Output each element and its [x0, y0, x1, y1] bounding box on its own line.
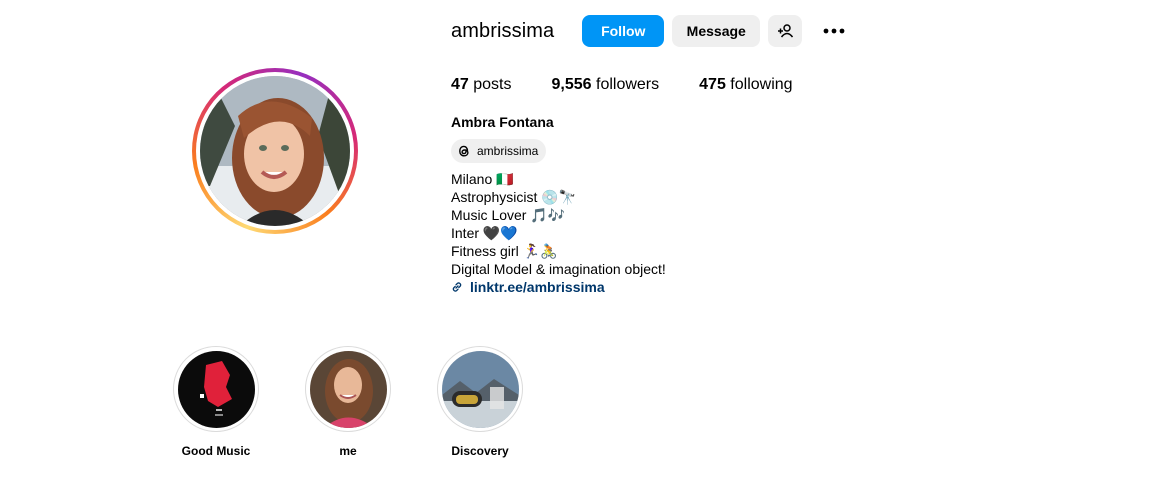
- following-count: 475: [699, 76, 726, 93]
- more-options-button[interactable]: [814, 15, 854, 47]
- profile-page: ambrissima Follow Message 47 posts 9,556: [0, 0, 1164, 495]
- posts-count: 47: [451, 76, 469, 93]
- highlight-good-music[interactable]: Good Music: [173, 346, 259, 458]
- message-button[interactable]: Message: [672, 15, 761, 47]
- highlight-discovery[interactable]: Discovery: [437, 346, 523, 458]
- highlight-cover-good-music: [177, 350, 255, 428]
- following-stat[interactable]: 475 following: [699, 76, 792, 94]
- highlight-label: Discovery: [451, 444, 509, 458]
- highlight-label: Good Music: [181, 444, 251, 458]
- follow-button[interactable]: Follow: [582, 15, 665, 47]
- highlight-me[interactable]: me: [305, 346, 391, 458]
- threads-icon: [459, 145, 469, 157]
- avatar-photo: [200, 76, 350, 226]
- bio-line-music: Music Lover 🎵🎶: [451, 207, 566, 223]
- bio-line-fitness: Fitness girl 🏃‍♀️🚴: [451, 243, 558, 259]
- highlight-label: me: [339, 444, 357, 458]
- bio-link[interactable]: linktr.ee/ambrissima: [451, 278, 666, 296]
- bio: Milano 🇮🇹 Astrophysicist 💿🔭 Music Lover …: [451, 170, 666, 296]
- full-name: Ambra Fontana: [451, 114, 554, 130]
- avatar: [200, 76, 350, 226]
- following-label: following: [730, 76, 793, 93]
- more-icon: [823, 28, 845, 34]
- bio-line-description: Digital Model & imagination object!: [451, 261, 666, 277]
- followers-stat[interactable]: 9,556 followers: [552, 76, 660, 94]
- bio-line-team: Inter 🖤💙: [451, 225, 518, 241]
- username[interactable]: ambrissima: [451, 20, 554, 43]
- threads-handle: ambrissima: [477, 144, 539, 158]
- highlight-cover-me: [309, 350, 387, 428]
- profile-header: ambrissima Follow Message: [451, 15, 854, 47]
- profile-avatar-story-ring[interactable]: [192, 68, 358, 234]
- profile-stats: 47 posts 9,556 followers 475 following: [451, 76, 833, 94]
- posts-label: posts: [473, 76, 512, 93]
- followers-count: 9,556: [551, 76, 592, 93]
- suggested-users-button[interactable]: [768, 15, 803, 47]
- followers-label: followers: [596, 76, 660, 93]
- posts-stat: 47 posts: [451, 76, 512, 94]
- add-person-icon: [778, 24, 794, 38]
- bio-link-text: linktr.ee/ambrissima: [470, 279, 605, 295]
- highlight-cover-discovery: [441, 350, 519, 428]
- threads-badge[interactable]: ambrissima: [451, 139, 547, 163]
- bio-line-location: Milano 🇮🇹: [451, 171, 514, 187]
- bio-line-occupation: Astrophysicist 💿🔭: [451, 189, 577, 205]
- link-icon: [452, 282, 462, 292]
